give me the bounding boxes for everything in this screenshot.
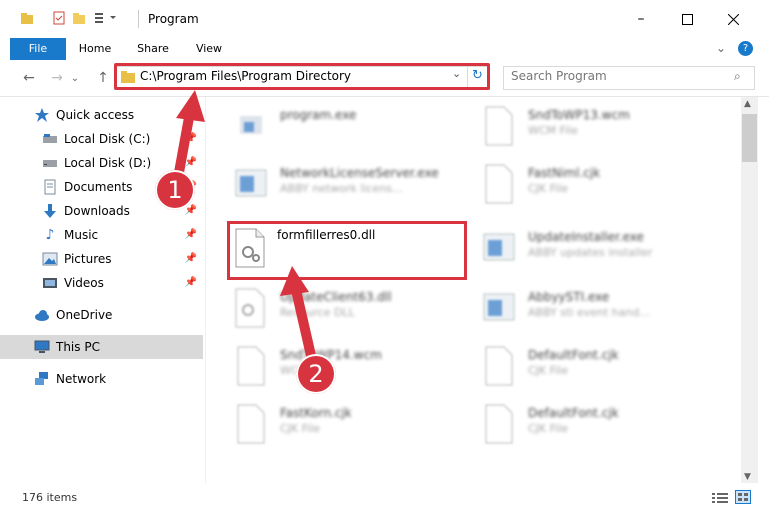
- arrow-2: [280, 266, 317, 365]
- step-2-badge: 2: [296, 354, 336, 394]
- step-1-badge: 1: [155, 170, 195, 210]
- callout-arrows: [173, 90, 317, 365]
- arrow-1: [173, 90, 205, 183]
